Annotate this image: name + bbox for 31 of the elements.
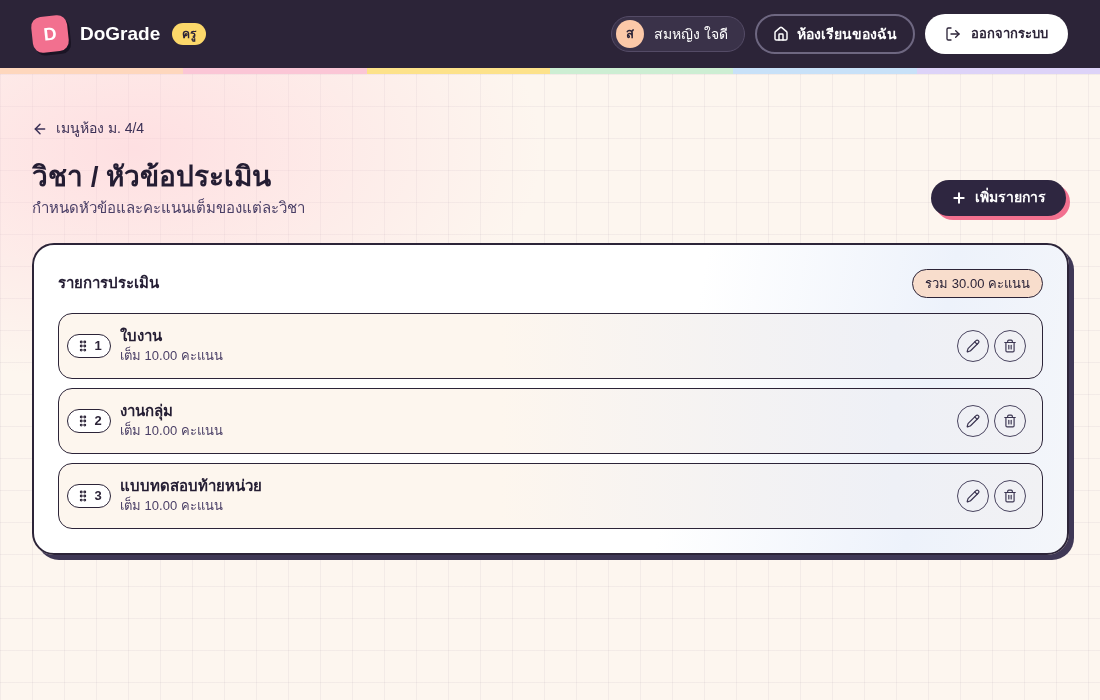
item-name: งานกลุ่ม — [120, 400, 174, 421]
pencil-icon — [966, 413, 980, 428]
item-max-score: เต็ม 10.00 คะแนน — [120, 345, 223, 365]
back-link[interactable]: เมนูห้อง ม. 4/4 — [32, 118, 145, 139]
my-classes-button[interactable]: ห้องเรียนของฉัน — [755, 14, 915, 54]
avatar-initial: ส — [616, 20, 645, 48]
item-name: แบบทดสอบท้ายหน่วย — [120, 475, 262, 496]
trash-icon — [1003, 488, 1017, 503]
logout-button[interactable]: ออกจากระบบ — [925, 14, 1068, 54]
house-icon — [773, 26, 789, 42]
item-name: ใบงาน — [120, 325, 163, 346]
trash-icon — [1003, 338, 1017, 353]
page-subtitle: กำหนดหัวข้อและคะแนนเต็มของแต่ละวิชา — [32, 197, 305, 218]
page-title: วิชา / หัวข้อประเมิน — [32, 159, 273, 194]
user-name: สมหญิง ใจดี — [654, 24, 728, 44]
item-max-score: เต็ม 10.00 คะแนน — [120, 495, 224, 515]
user-chip[interactable]: ส สมหญิง ใจดี — [611, 16, 745, 52]
drag-handle[interactable]: 1 — [67, 333, 111, 358]
logout-icon — [945, 26, 961, 42]
pencil-icon — [966, 338, 980, 353]
trash-icon — [1003, 413, 1017, 428]
drag-handle[interactable]: 2 — [67, 408, 111, 433]
card-title: รายการประเมิน — [58, 273, 159, 294]
role-badge: ครู — [172, 23, 207, 45]
pencil-icon — [966, 488, 980, 503]
item-max-score: เต็ม 10.00 คะแนน — [120, 421, 223, 440]
plus-icon — [951, 189, 967, 206]
drag-handle[interactable]: 3 — [67, 483, 111, 508]
logo-icon: D — [30, 14, 70, 54]
total-score-badge: รวม 30.00 คะแนน — [912, 269, 1043, 298]
app-name: DoGrade — [80, 21, 161, 46]
